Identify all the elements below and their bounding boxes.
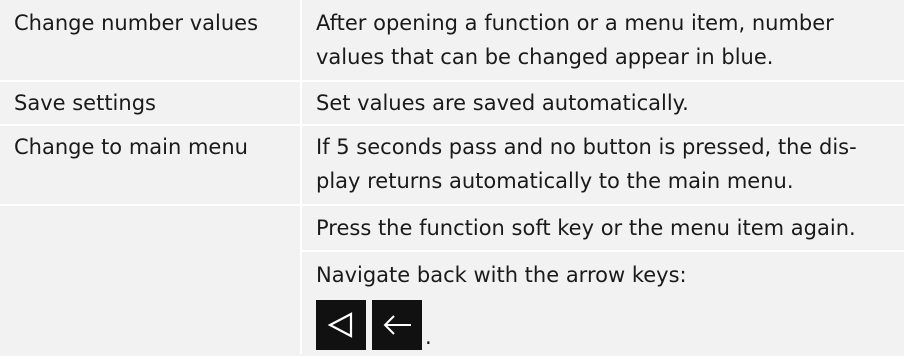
instructions-table: Change number values After opening a fun… [0, 0, 904, 356]
table-row: Change to main menu If 5 seconds pass an… [0, 126, 904, 354]
description-line: Press the function soft key or the menu … [316, 216, 856, 240]
row-label: Save settings [14, 91, 156, 115]
description-line: If 5 seconds pass and no button is press… [316, 135, 857, 159]
triangle-left-icon [316, 300, 366, 350]
row-description-cell: After opening a function or a menu item,… [302, 0, 904, 80]
table-row: Press the function soft key or the menu … [302, 206, 904, 252]
row-description-cell: Set values are saved automatically. [302, 82, 904, 124]
row-description-cell: If 5 seconds pass and no button is press… [302, 126, 904, 204]
row-label-cell: Save settings [0, 82, 302, 124]
description-line: play returns automatically to the main m… [316, 169, 794, 193]
table-row: Change number values After opening a fun… [0, 0, 904, 82]
description-line: Navigate back with the arrow keys: [316, 263, 687, 287]
arrow-left-icon [372, 300, 422, 350]
row-description-cell: Navigate back with the arrow keys: . [302, 252, 904, 356]
row-label: Change number values [14, 11, 259, 35]
table-row: Save settings Set values are saved autom… [0, 82, 904, 126]
row-label-cell: Change to main menu [0, 126, 302, 354]
description-line: values that can be changed appear in blu… [316, 45, 774, 69]
row-label-cell: Change number values [0, 0, 302, 80]
key-list-period: . [425, 325, 432, 349]
table-row: Navigate back with the arrow keys: . [302, 252, 904, 356]
row-label: Change to main menu [14, 135, 248, 159]
description-line: Set values are saved automatically. [316, 91, 689, 115]
row-description-cell: Press the function soft key or the menu … [302, 206, 904, 250]
description-line: After opening a function or a menu item,… [316, 11, 834, 35]
